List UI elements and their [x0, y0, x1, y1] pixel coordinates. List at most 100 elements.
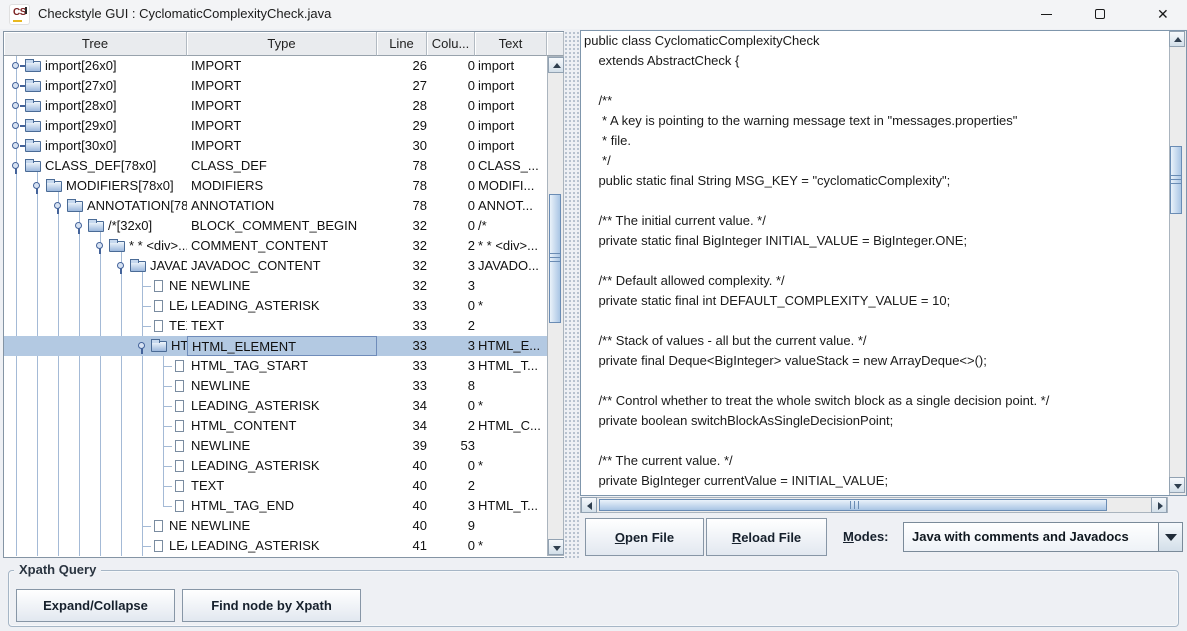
tree-row[interactable]: NEWLINENEWLINE409 [4, 516, 547, 536]
tree-expand-handle-stem [120, 268, 122, 274]
tree-row[interactable]: JAVADOC_CONTENTJAVADOC_CONTENT323JAVADO.… [4, 256, 547, 276]
code-line: /** The initial current value. */ [581, 211, 1169, 231]
tree-cell: LEADING_ASTERISK [4, 536, 187, 556]
scroll-right-button[interactable] [1151, 497, 1167, 513]
column-header-colu[interactable]: Colu... [427, 32, 475, 56]
type-cell: MODIFIERS [187, 176, 377, 196]
tree-row-selected[interactable]: HTML_ELEMENTHTML_ELEMENT333HTML_E... [4, 336, 547, 356]
tree-row[interactable]: import[27x0]IMPORT270import [4, 76, 547, 96]
tree-row[interactable]: NEWLINENEWLINE3953 [4, 436, 547, 456]
open-file-button[interactable]: Open File [585, 518, 704, 556]
text-cell: /* [475, 216, 547, 236]
modes-combobox[interactable]: Java with comments and Javadocs [903, 522, 1183, 552]
tree-row[interactable]: /*[32x0]BLOCK_COMMENT_BEGIN320/* [4, 216, 547, 236]
tree-row[interactable]: HTML_TAG_STARTHTML_TAG_START333HTML_T... [4, 356, 547, 376]
tree-table-body: import[26x0]IMPORT260importimport[27x0] I… [4, 56, 547, 556]
tree-expand-handle-icon[interactable] [12, 82, 19, 89]
tree-row[interactable]: MODIFIERS[78x0]MODIFIERS780MODIFI... [4, 176, 547, 196]
folder-icon [88, 221, 104, 232]
tree-row[interactable]: import[28x0]IMPORT280import [4, 96, 547, 116]
tree-row[interactable]: import[29x0]IMPORT290import [4, 116, 547, 136]
maximize-button[interactable] [1077, 0, 1123, 29]
text-cell [475, 436, 547, 456]
tree-connector [163, 426, 172, 427]
split-pane-divider[interactable] [564, 31, 580, 558]
tree-expand-handle-icon[interactable] [12, 122, 19, 129]
tree-cell: LEADING_ASTERISK [4, 396, 187, 416]
line-cell: 26 [377, 56, 427, 76]
tree-vertical-scrollbar[interactable] [547, 56, 564, 556]
tree-expand-handle-stem [57, 208, 59, 214]
line-cell: 30 [377, 136, 427, 156]
code-vertical-scrollbar[interactable] [1169, 31, 1186, 495]
source-code-editor[interactable]: public class CyclomaticComplexityCheck e… [581, 31, 1169, 495]
code-horizontal-scrollbar[interactable] [580, 497, 1168, 513]
tree-row[interactable]: ANNOTATION[78x0]ANNOTATION780ANNOT... [4, 196, 547, 216]
column-header-tree[interactable]: Tree [4, 32, 187, 56]
line-cell: 33 [377, 356, 427, 376]
tree-row[interactable]: import[26x0]IMPORT260import [4, 56, 547, 76]
code-hscrollbar-thumb[interactable] [599, 499, 1107, 511]
ast-tree-panel: TreeTypeLineColu...Text import[26x0]IMPO… [3, 31, 565, 558]
type-cell: TEXT [187, 316, 377, 336]
scroll-down-button[interactable] [1169, 477, 1185, 493]
tree-expand-handle-icon[interactable] [12, 62, 19, 69]
tree-node-label: /*[32x0] [108, 216, 152, 236]
code-scrollbar-thumb[interactable] [1170, 146, 1182, 214]
find-node-by-xpath-button[interactable]: Find node by Xpath [182, 589, 361, 622]
tree-row[interactable]: HTML_TAG_ENDHTML_TAG_END403HTML_T... [4, 496, 547, 516]
tree-row[interactable]: TEXTTEXT332 [4, 316, 547, 336]
column-header-line[interactable]: Line [377, 32, 427, 56]
tree-row[interactable]: LEADING_ASTERISKLEADING_ASTERISK410* [4, 536, 547, 556]
tree-row[interactable]: HTML_CONTENTHTML_CONTENT342HTML_C... [4, 416, 547, 436]
code-line [581, 191, 1169, 211]
tree-expand-handle-icon[interactable] [12, 142, 19, 149]
tree-node-label: HTML_ELEMENT [171, 336, 187, 356]
folder-icon [46, 181, 62, 192]
tree-row[interactable]: import[30x0]IMPORT300import [4, 136, 547, 156]
tree-node-label: CLASS_DEF[78x0] [45, 156, 156, 176]
tree-connector [142, 526, 151, 527]
line-cell: 78 [377, 196, 427, 216]
column-cell: 3 [427, 336, 475, 356]
tree-row[interactable]: * * <div>...COMMENT_CONTENT322* * <div>.… [4, 236, 547, 256]
line-cell: 40 [377, 456, 427, 476]
text-cell: * * <div>... [475, 236, 547, 256]
column-header-type[interactable]: Type [187, 32, 377, 56]
scroll-left-button[interactable] [581, 497, 597, 513]
minimize-button[interactable] [1023, 0, 1069, 29]
line-cell: 33 [377, 296, 427, 316]
column-cell: 0 [427, 456, 475, 476]
tree-connector [163, 506, 172, 507]
column-header-text[interactable]: Text [475, 32, 547, 56]
reload-file-button[interactable]: Reload File [706, 518, 827, 556]
tree-connector [142, 306, 151, 307]
text-cell: CLASS_... [475, 156, 547, 176]
tree-row[interactable]: NEWLINENEWLINE338 [4, 376, 547, 396]
tree-row[interactable]: TEXTTEXT402 [4, 476, 547, 496]
tree-expand-handle-icon[interactable] [12, 102, 19, 109]
text-cell [475, 376, 547, 396]
expand-collapse-button[interactable]: Expand/Collapse [16, 589, 175, 622]
tree-row[interactable]: NEWLINENEWLINE323 [4, 276, 547, 296]
leaf-node-icon [175, 380, 184, 392]
tree-cell: TEXT [4, 316, 187, 336]
scroll-down-button[interactable] [548, 539, 564, 555]
scroll-up-button[interactable] [1169, 31, 1185, 47]
type-cell: IMPORT [187, 76, 377, 96]
close-button[interactable]: ✕ [1141, 0, 1187, 29]
tree-row[interactable]: CLASS_DEF[78x0]CLASS_DEF780CLASS_... [4, 156, 547, 176]
tree-cell: import[26x0] [4, 56, 187, 76]
chevron-down-icon[interactable] [1158, 523, 1182, 551]
tree-row[interactable]: LEADING_ASTERISKLEADING_ASTERISK400* [4, 456, 547, 476]
tree-row[interactable]: LEADING_ASTERISKLEADING_ASTERISK340* [4, 396, 547, 416]
tree-row[interactable]: LEADING_ASTERISKLEADING_ASTERISK330* [4, 296, 547, 316]
scroll-up-button[interactable] [548, 57, 564, 73]
tree-node-label: import[27x0] [45, 76, 117, 96]
line-cell: 78 [377, 156, 427, 176]
column-header-filler [547, 32, 564, 56]
type-cell: LEADING_ASTERISK [187, 456, 377, 476]
line-cell: 33 [377, 376, 427, 396]
column-cell: 53 [427, 436, 475, 456]
tree-scrollbar-thumb[interactable] [549, 194, 561, 323]
